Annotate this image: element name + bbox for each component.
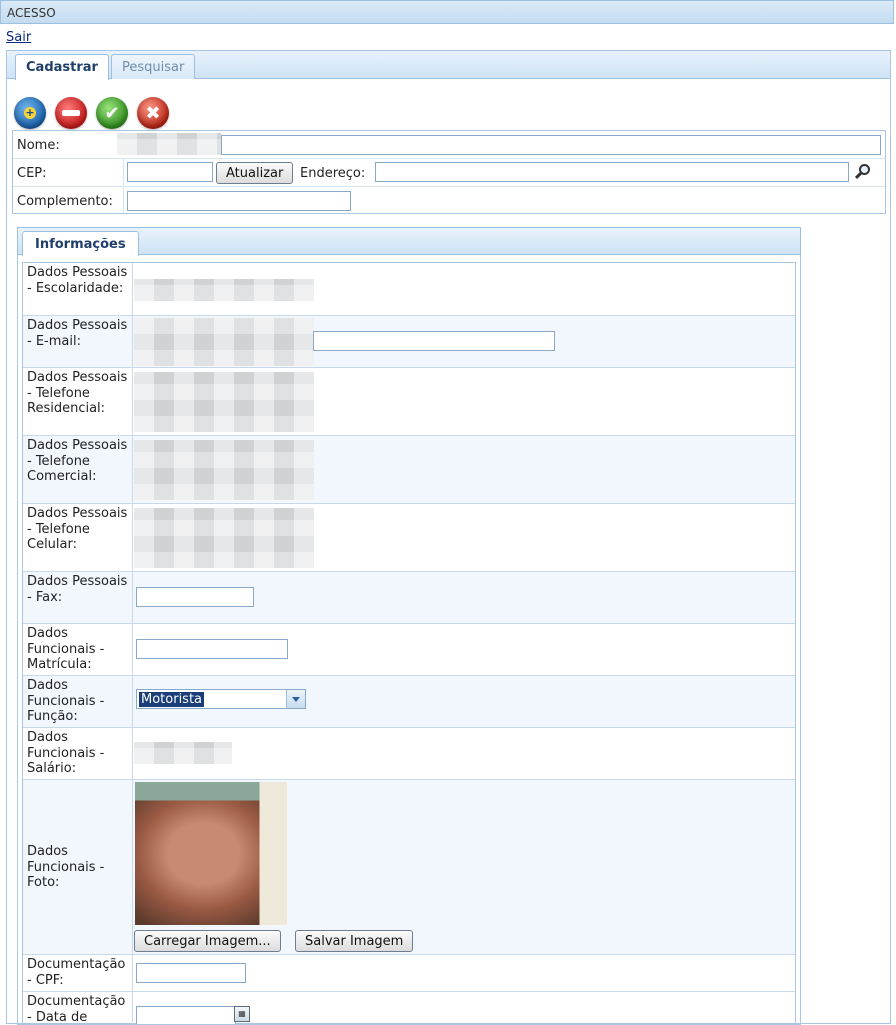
main-tabstrip: Cadastrar Pesquisar: [7, 51, 890, 80]
nome-label: Nome:: [17, 138, 60, 153]
add-icon: +: [24, 106, 36, 119]
row-funcao: Dados Funcionais - Função: Motorista: [23, 676, 795, 728]
tel-comercial-redacted-value: [134, 440, 314, 500]
tab-informacoes[interactable]: Informações: [22, 231, 139, 256]
info-tabstrip: Informações: [17, 227, 801, 256]
endereco-input[interactable]: [375, 162, 849, 182]
calendar-icon[interactable]: ▦: [234, 1006, 250, 1022]
email-label: Dados Pessoais - E-mail:: [23, 316, 133, 367]
foto-label: Dados Funcionais - Foto:: [23, 780, 133, 954]
row-tel-residencial: Dados Pessoais - Telefone Residencial:: [23, 368, 795, 436]
tel-residencial-redacted-value: [134, 372, 314, 432]
nome-redacted-value: [117, 133, 221, 155]
fax-label: Dados Pessoais - Fax:: [23, 572, 133, 623]
nome-row: Nome:: [13, 131, 885, 159]
tab-pesquisar[interactable]: Pesquisar: [111, 54, 196, 79]
tel-celular-redacted-value: [134, 508, 314, 568]
cep-input[interactable]: [127, 162, 213, 182]
complemento-label: Complemento:: [17, 194, 113, 209]
complemento-input[interactable]: [127, 191, 351, 211]
main-panel: Cadastrar Pesquisar + ✔ ✖ Nome: CEP: Atu…: [6, 50, 891, 1025]
chevron-down-icon[interactable]: [286, 690, 305, 708]
carregar-imagem-button[interactable]: Carregar Imagem...: [134, 930, 281, 952]
cpf-input[interactable]: [136, 963, 246, 983]
cep-row: CEP: Atualizar Endereço:: [13, 159, 885, 187]
row-escolaridade: Dados Pessoais - Escolaridade:: [23, 263, 795, 316]
funcao-label: Dados Funcionais - Função:: [23, 676, 133, 727]
tel-comercial-label: Dados Pessoais - Telefone Comercial:: [23, 436, 133, 503]
row-fax: Dados Pessoais - Fax:: [23, 572, 795, 624]
email-redacted-value: [134, 318, 314, 366]
confirm-button[interactable]: ✔: [96, 97, 128, 129]
cep-label: CEP:: [17, 166, 47, 181]
escolaridade-redacted-value: [134, 279, 314, 301]
complemento-row: Complemento:: [13, 187, 885, 215]
matricula-label: Dados Funcionais - Matrícula:: [23, 624, 133, 675]
endereco-label: Endereço:: [300, 166, 366, 181]
row-tel-celular: Dados Pessoais - Telefone Celular:: [23, 504, 795, 572]
employee-photo: [135, 782, 287, 925]
email-input[interactable]: [313, 331, 555, 351]
cancel-icon: ✖: [145, 102, 161, 124]
row-tel-comercial: Dados Pessoais - Telefone Comercial:: [23, 436, 795, 504]
row-email: Dados Pessoais - E-mail:: [23, 316, 795, 368]
salario-label: Dados Funcionais - Salário:: [23, 728, 133, 779]
atualizar-button[interactable]: Atualizar: [216, 162, 294, 184]
window-title: ACESSO: [7, 6, 56, 20]
confirm-icon: ✔: [104, 102, 120, 124]
row-salario: Dados Funcionais - Salário:: [23, 728, 795, 780]
tel-residencial-label: Dados Pessoais - Telefone Residencial:: [23, 368, 133, 435]
row-foto: Dados Funcionais - Foto: Carregar Imagem…: [23, 780, 795, 955]
cpf-label: Documentação - CPF:: [23, 955, 133, 991]
data-label: Documentação - Data de: [23, 992, 133, 1024]
nome-input[interactable]: [221, 135, 881, 155]
funcao-selected-value: Motorista: [139, 692, 205, 707]
fax-input[interactable]: [136, 587, 254, 607]
info-grid: Dados Pessoais - Escolaridade: Dados Pes…: [22, 262, 796, 1024]
address-form: Nome: CEP: Atualizar Endereço: Complemen…: [12, 130, 886, 215]
row-cpf: Documentação - CPF:: [23, 955, 795, 992]
salvar-imagem-button[interactable]: Salvar Imagem: [295, 930, 414, 952]
window-title-bar: ACESSO: [0, 0, 894, 24]
matricula-input[interactable]: [136, 639, 288, 659]
funcao-select[interactable]: Motorista: [136, 689, 306, 709]
escolaridade-label: Dados Pessoais - Escolaridade:: [23, 263, 133, 315]
salario-redacted-value: [134, 742, 232, 764]
tel-celular-label: Dados Pessoais - Telefone Celular:: [23, 504, 133, 571]
search-icon[interactable]: [854, 163, 872, 181]
tab-cadastrar[interactable]: Cadastrar: [15, 54, 109, 80]
cancel-button[interactable]: ✖: [137, 97, 169, 129]
remove-button[interactable]: [55, 97, 87, 129]
row-data: Documentação - Data de ▦: [23, 992, 795, 1024]
info-panel: Dados Pessoais - Escolaridade: Dados Pes…: [17, 255, 801, 1025]
row-matricula: Dados Funcionais - Matrícula:: [23, 624, 795, 676]
add-button[interactable]: +: [14, 97, 46, 129]
logout-link[interactable]: Sair: [6, 30, 31, 45]
data-input[interactable]: [136, 1006, 236, 1024]
remove-icon: [62, 110, 80, 116]
